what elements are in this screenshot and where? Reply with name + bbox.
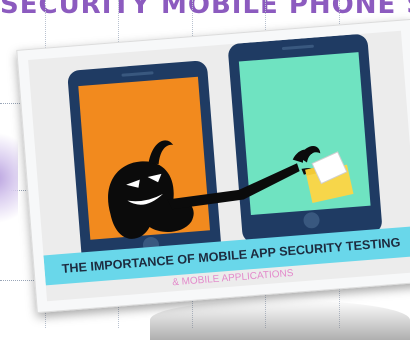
background-object <box>150 300 410 340</box>
top-banner-text: SECURITY MOBILE PHONE SECURITY <box>0 0 410 18</box>
illustration: THE IMPORTANCE OF MOBILE APP SECURITY TE… <box>28 30 410 302</box>
decorative-shape <box>0 118 18 238</box>
featured-image-card[interactable]: THE IMPORTANCE OF MOBILE APP SECURITY TE… <box>16 18 410 314</box>
